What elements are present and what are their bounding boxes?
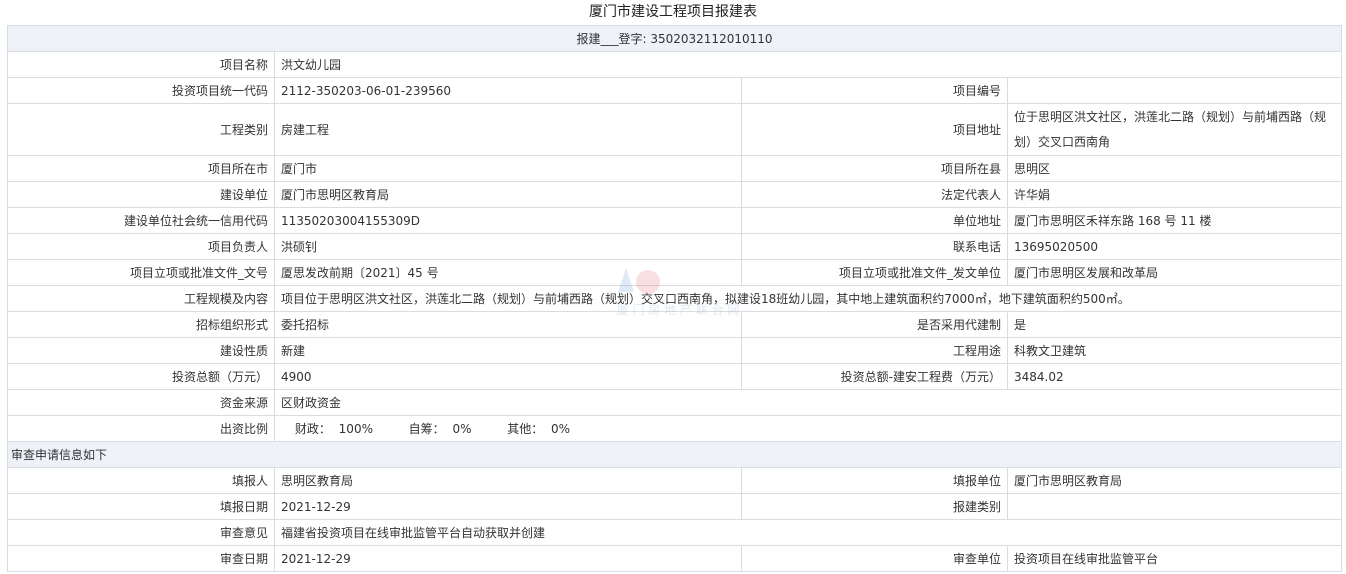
record-row: 报建___登字: 3502032112010110 (6, 25, 1343, 52)
fund-source-label: 资金来源 (7, 389, 275, 416)
project-use-label: 工程用途 (741, 337, 1008, 364)
project-use-value: 科教文卫建筑 (1006, 337, 1343, 364)
project-address-value: 位于思明区洪文社区，洪莲北二路（规划）与前埔西路（规划）交叉口西南角 (1006, 103, 1343, 156)
project-type-value: 房建工程 (274, 103, 742, 156)
unit-address-value: 厦门市思明区禾祥东路 168 号 11 楼 (1006, 207, 1343, 234)
fund-source-value: 区财政资金 (273, 389, 1343, 416)
table-row: 招标组织形式 委托招标 是否采用代建制 是 (7, 311, 1343, 338)
review-date-label: 审查日期 (7, 545, 275, 572)
table-row: 工程规模及内容 项目位于思明区洪文社区，洪莲北二路（规划）与前埔西路（规划）交叉… (7, 285, 1343, 312)
ratio-fiscal-value: 100% (338, 422, 373, 436)
county-value: 思明区 (1006, 155, 1343, 182)
approval-doc-value: 厦思发改前期〔2021〕45 号 (274, 259, 742, 286)
unit-address-label: 单位地址 (741, 207, 1008, 234)
table-row: 项目所在市 厦门市 项目所在县 思明区 (7, 155, 1343, 182)
filler-unit-label: 填报单位 (741, 467, 1008, 494)
credit-code-value: 11350203004155309D (274, 207, 742, 234)
project-name-value: 洪文幼儿园 (273, 51, 1343, 78)
opinion-value: 福建省投资项目在线审批监管平台自动获取并创建 (273, 519, 1343, 546)
legal-rep-label: 法定代表人 (741, 181, 1008, 208)
table-row: 投资项目统一代码 2112-350203-06-01-239560 项目编号 (7, 77, 1343, 104)
approval-doc-label: 项目立项或批准文件_文号 (7, 259, 275, 286)
fill-date-value: 2021-12-29 (274, 493, 742, 520)
table-row: 建设性质 新建 工程用途 科教文卫建筑 (7, 337, 1343, 364)
tender-form-label: 招标组织形式 (7, 311, 275, 338)
table-row: 审查意见 福建省投资项目在线审批监管平台自动获取并创建 (7, 519, 1343, 546)
total-investment-value: 4900 (274, 363, 742, 390)
construction-unit-value: 厦门市思明区教育局 (274, 181, 742, 208)
tender-form-value: 委托招标 (274, 311, 742, 338)
funding-ratio-label: 出资比例 (7, 415, 275, 442)
table-row: 出资比例 财政： 100% 自筹： 0% 其他： 0% (7, 415, 1343, 442)
construction-unit-label: 建设单位 (7, 181, 275, 208)
fill-date-label: 填报日期 (7, 493, 275, 520)
phone-label: 联系电话 (741, 233, 1008, 260)
construction-nature-label: 建设性质 (7, 337, 275, 364)
funding-ratio-value: 财政： 100% 自筹： 0% 其他： 0% (273, 415, 1343, 442)
registration-table: 报建___登字: 3502032112010110 项目名称 洪文幼儿园 投资项… (6, 25, 1343, 572)
filler-unit-value: 厦门市思明区教育局 (1006, 467, 1343, 494)
table-row: 项目负责人 洪硕钊 联系电话 13695020500 (7, 233, 1343, 260)
table-row: 投资总额（万元） 4900 投资总额-建安工程费（万元） 3484.02 (7, 363, 1343, 390)
record-number: 报建___登字: 3502032112010110 (6, 25, 1343, 52)
project-number-value (1006, 77, 1343, 104)
agent-system-label: 是否采用代建制 (741, 311, 1008, 338)
review-unit-label: 审查单位 (741, 545, 1008, 572)
table-row: 审查日期 2021-12-29 审查单位 投资项目在线审批监管平台 (7, 545, 1343, 572)
city-label: 项目所在市 (7, 155, 275, 182)
review-section-row: 审查申请信息如下 (6, 441, 1343, 468)
project-leader-label: 项目负责人 (7, 233, 275, 260)
table-row: 建设单位 厦门市思明区教育局 法定代表人 许华娟 (7, 181, 1343, 208)
opinion-label: 审查意见 (7, 519, 275, 546)
record-type-value (1006, 493, 1343, 520)
install-cost-label: 投资总额-建安工程费（万元） (741, 363, 1008, 390)
project-number-label: 项目编号 (741, 77, 1008, 104)
legal-rep-value: 许华娟 (1006, 181, 1343, 208)
table-row: 项目立项或批准文件_文号 厦思发改前期〔2021〕45 号 项目立项或批准文件_… (7, 259, 1343, 286)
construction-nature-value: 新建 (274, 337, 742, 364)
review-date-value: 2021-12-29 (274, 545, 742, 572)
ratio-other-name: 其他： (507, 422, 544, 436)
review-section-title: 审查申请信息如下 (6, 441, 1343, 468)
page-title: 厦门市建设工程项目报建表 (589, 4, 757, 20)
project-type-label: 工程类别 (7, 103, 275, 156)
project-name-label: 项目名称 (7, 51, 275, 78)
agent-system-value: 是 (1006, 311, 1343, 338)
ratio-self-value: 0% (452, 422, 472, 436)
total-investment-label: 投资总额（万元） (7, 363, 275, 390)
table-row: 工程类别 房建工程 项目地址 位于思明区洪文社区，洪莲北二路（规划）与前埔西路（… (7, 103, 1343, 156)
table-row: 填报人 思明区教育局 填报单位 厦门市思明区教育局 (7, 467, 1343, 494)
approval-unit-value: 厦门市思明区发展和改革局 (1006, 259, 1343, 286)
table-row: 项目名称 洪文幼儿园 (7, 51, 1343, 78)
table-row: 填报日期 2021-12-29 报建类别 (7, 493, 1343, 520)
review-unit-value: 投资项目在线审批监管平台 (1006, 545, 1343, 572)
project-leader-value: 洪硕钊 (274, 233, 742, 260)
investment-code-label: 投资项目统一代码 (7, 77, 275, 104)
ratio-self-name: 自筹： (408, 422, 445, 436)
table-row: 建设单位社会统一信用代码 11350203004155309D 单位地址 厦门市… (7, 207, 1343, 234)
filler-value: 思明区教育局 (274, 467, 742, 494)
record-type-label: 报建类别 (741, 493, 1008, 520)
project-address-label: 项目地址 (741, 103, 1008, 156)
city-value: 厦门市 (274, 155, 742, 182)
install-cost-value: 3484.02 (1006, 363, 1343, 390)
county-label: 项目所在县 (741, 155, 1008, 182)
scale-value: 项目位于思明区洪文社区，洪莲北二路（规划）与前埔西路（规划）交叉口西南角，拟建设… (273, 285, 1343, 312)
filler-label: 填报人 (7, 467, 275, 494)
phone-value: 13695020500 (1006, 233, 1343, 260)
investment-code-value: 2112-350203-06-01-239560 (274, 77, 742, 104)
credit-code-label: 建设单位社会统一信用代码 (7, 207, 275, 234)
ratio-fiscal-name: 财政： (294, 422, 331, 436)
scale-label: 工程规模及内容 (7, 285, 275, 312)
ratio-other-value: 0% (551, 422, 571, 436)
approval-unit-label: 项目立项或批准文件_发文单位 (741, 259, 1008, 286)
table-row: 资金来源 区财政资金 (7, 389, 1343, 416)
